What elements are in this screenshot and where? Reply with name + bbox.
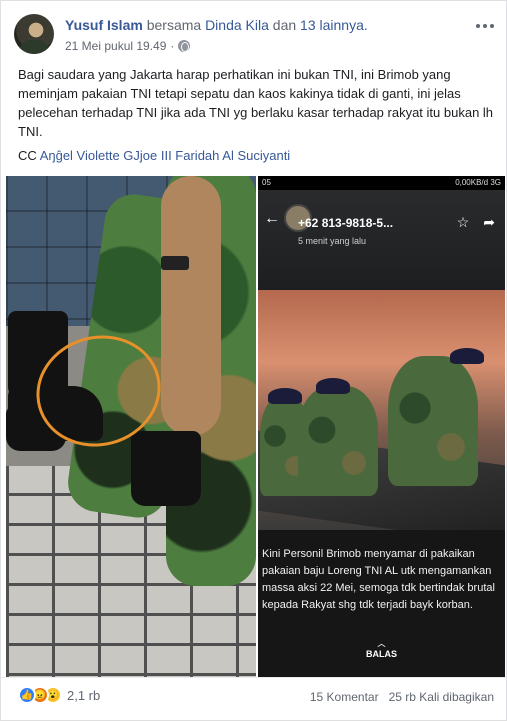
soldier	[298, 386, 378, 496]
post-stats: 15 Komentar 25 rb Kali dibagikan	[310, 690, 494, 704]
beret	[316, 378, 350, 394]
wristwatch	[161, 256, 189, 270]
more-options-icon[interactable]	[476, 19, 494, 33]
share-icon: ➦	[483, 214, 495, 230]
and-word: dan	[272, 17, 297, 33]
globe-icon[interactable]	[178, 40, 191, 52]
arm	[161, 176, 221, 436]
status-header: ← +62 813-9818-5... 5 menit yang lalu ☆ …	[258, 190, 505, 300]
status-time: 05	[262, 178, 271, 187]
cc-mentions[interactable]: Aŋĝel Violette GJjoe III Faridah Al Suci…	[40, 148, 291, 163]
reactions-summary[interactable]: 👍 😠 😮 2,1 rb	[18, 686, 100, 704]
with-word: bersama	[146, 17, 202, 33]
like-reaction-icon: 👍	[18, 686, 36, 704]
reaction-count[interactable]: 2,1 rb	[67, 688, 100, 703]
post-footer: 👍 😠 😮 2,1 rb 15 Komentar 25 rb Kali diba…	[1, 677, 507, 722]
phone-status-bar: 05 0,00KB/d 3G	[258, 176, 505, 190]
reply-label: BALAS	[366, 649, 397, 659]
status-caption: Kini Personil Brimob menyamar di pakaika…	[262, 548, 495, 611]
beret	[268, 388, 302, 404]
chevron-up-icon: ︿	[377, 639, 386, 648]
meta-dot: ·	[170, 39, 175, 53]
more-dot	[476, 24, 480, 28]
photo-status-screenshot[interactable]: 05 0,00KB/d 3G ← +62 813-9818-5... 5 men…	[258, 176, 505, 677]
post-timestamp[interactable]: 21 Mei pukul 19.49	[65, 39, 166, 53]
status-time-ago: 5 menit yang lalu	[298, 236, 367, 246]
status-actions: ☆ ➦	[457, 214, 495, 231]
post-meta: 21 Mei pukul 19.49 ·	[65, 39, 191, 53]
beret	[450, 348, 484, 364]
tagged-person[interactable]: Dinda Kila	[205, 17, 269, 33]
comment-count[interactable]: 15 Komentar	[310, 690, 379, 704]
author-line: Yusuf Islam bersama Dinda Kila dan 13 la…	[65, 17, 368, 33]
boot	[131, 431, 201, 506]
more-dot	[490, 24, 494, 28]
post-body-text: Bagi saudara yang Jakarta harap perhatik…	[18, 67, 494, 139]
tagged-others[interactable]: 13 lainnya.	[300, 17, 368, 33]
contact-number: +62 813-9818-5...	[298, 216, 394, 230]
back-arrow-icon: ←	[264, 210, 280, 227]
reply-area: ︿ BALAS	[258, 638, 505, 659]
post-card: Yusuf Islam bersama Dinda Kila dan 13 la…	[0, 0, 507, 721]
author-avatar[interactable]	[14, 14, 54, 54]
share-count[interactable]: 25 rb Kali dibagikan	[389, 690, 494, 704]
more-dot	[483, 24, 487, 28]
cc-line: CC Aŋĝel Violette GJjoe III Faridah Al S…	[18, 148, 290, 163]
post-header: Yusuf Islam bersama Dinda Kila dan 13 la…	[1, 1, 507, 61]
cc-label: CC	[18, 148, 37, 163]
soldier	[388, 356, 478, 486]
author-name[interactable]: Yusuf Islam	[65, 17, 143, 33]
photo-boots[interactable]	[6, 176, 256, 677]
star-icon: ☆	[456, 214, 470, 230]
status-network: 0,00KB/d 3G	[455, 178, 501, 187]
